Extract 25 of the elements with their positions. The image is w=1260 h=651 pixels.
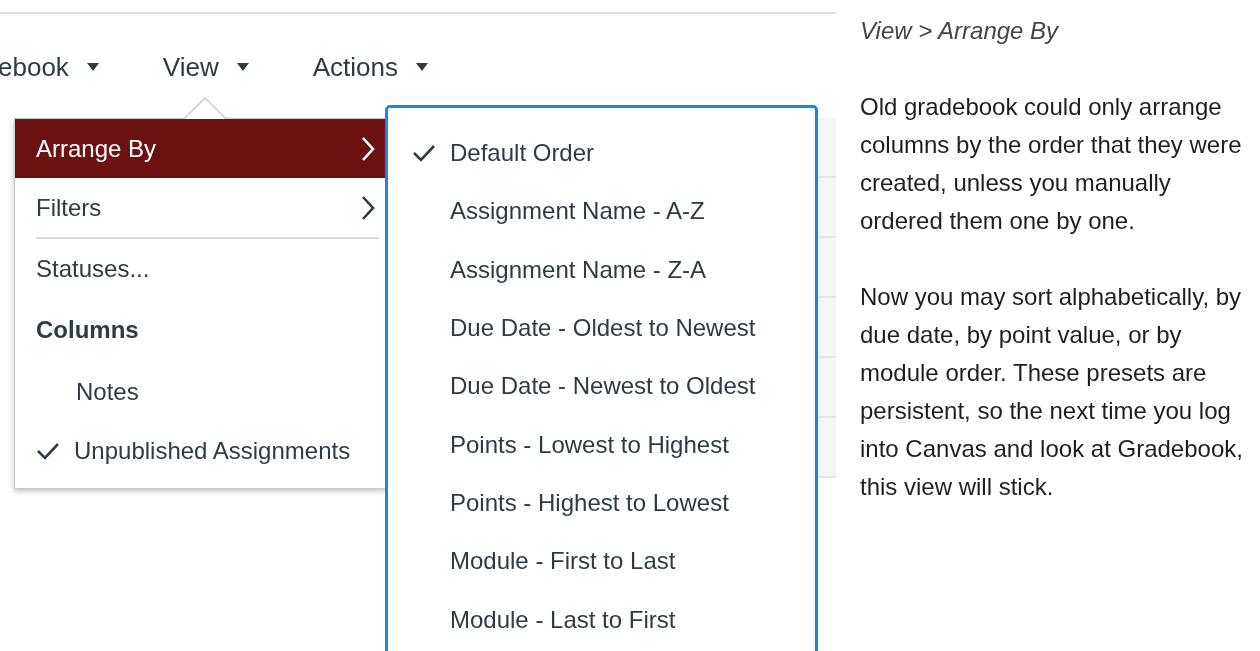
caret-icon	[416, 63, 428, 71]
menu-item[interactable]: Notes	[76, 377, 139, 406]
menu-item[interactable]: Assignment Name - Z-A	[450, 255, 707, 284]
menu-button[interactable]: Actions	[312, 51, 428, 83]
menu-item[interactable]: Default Order	[450, 139, 595, 168]
caret-icon	[86, 63, 99, 71]
menu-item[interactable]: Filters	[15, 178, 387, 237]
chevron-right-icon	[361, 135, 375, 162]
menu-item[interactable]: Assignment Name - A-Z	[450, 197, 705, 226]
note-paragraph: Now you may sort alphabetically, by due date, by point value, or by module order. These presets are persistent, so the next time you log into Canvas and look at Gradebook, this view will stick.	[860, 282, 1244, 502]
menu-item[interactable]: Module - First to Last	[450, 547, 676, 576]
menu-item[interactable]: Points - Highest to Lowest	[450, 488, 729, 517]
menu-item[interactable]: Unpublished Assignments	[74, 436, 351, 465]
caret-icon	[236, 63, 249, 71]
note-title: View > Arrange By	[860, 16, 1060, 46]
menu-item[interactable]: Statuses...	[15, 239, 387, 298]
menu-item[interactable]: Points - Lowest to Highest	[450, 430, 729, 459]
menu-item[interactable]: Module - Last to First	[450, 605, 676, 634]
menu-heading: Columns	[35, 315, 140, 345]
menu-item[interactable]: Arrange By	[15, 119, 387, 178]
note-paragraph: Old gradebook could only arrange columns by the order that they were created, unless you manually ordered them one by one.	[860, 92, 1243, 236]
menu-item[interactable]: Due Date - Oldest to Newest	[450, 314, 756, 343]
chevron-right-icon	[361, 194, 375, 221]
menu-button[interactable]: View	[162, 51, 249, 83]
menu-item[interactable]: Due Date - Newest to Oldest	[450, 372, 756, 401]
